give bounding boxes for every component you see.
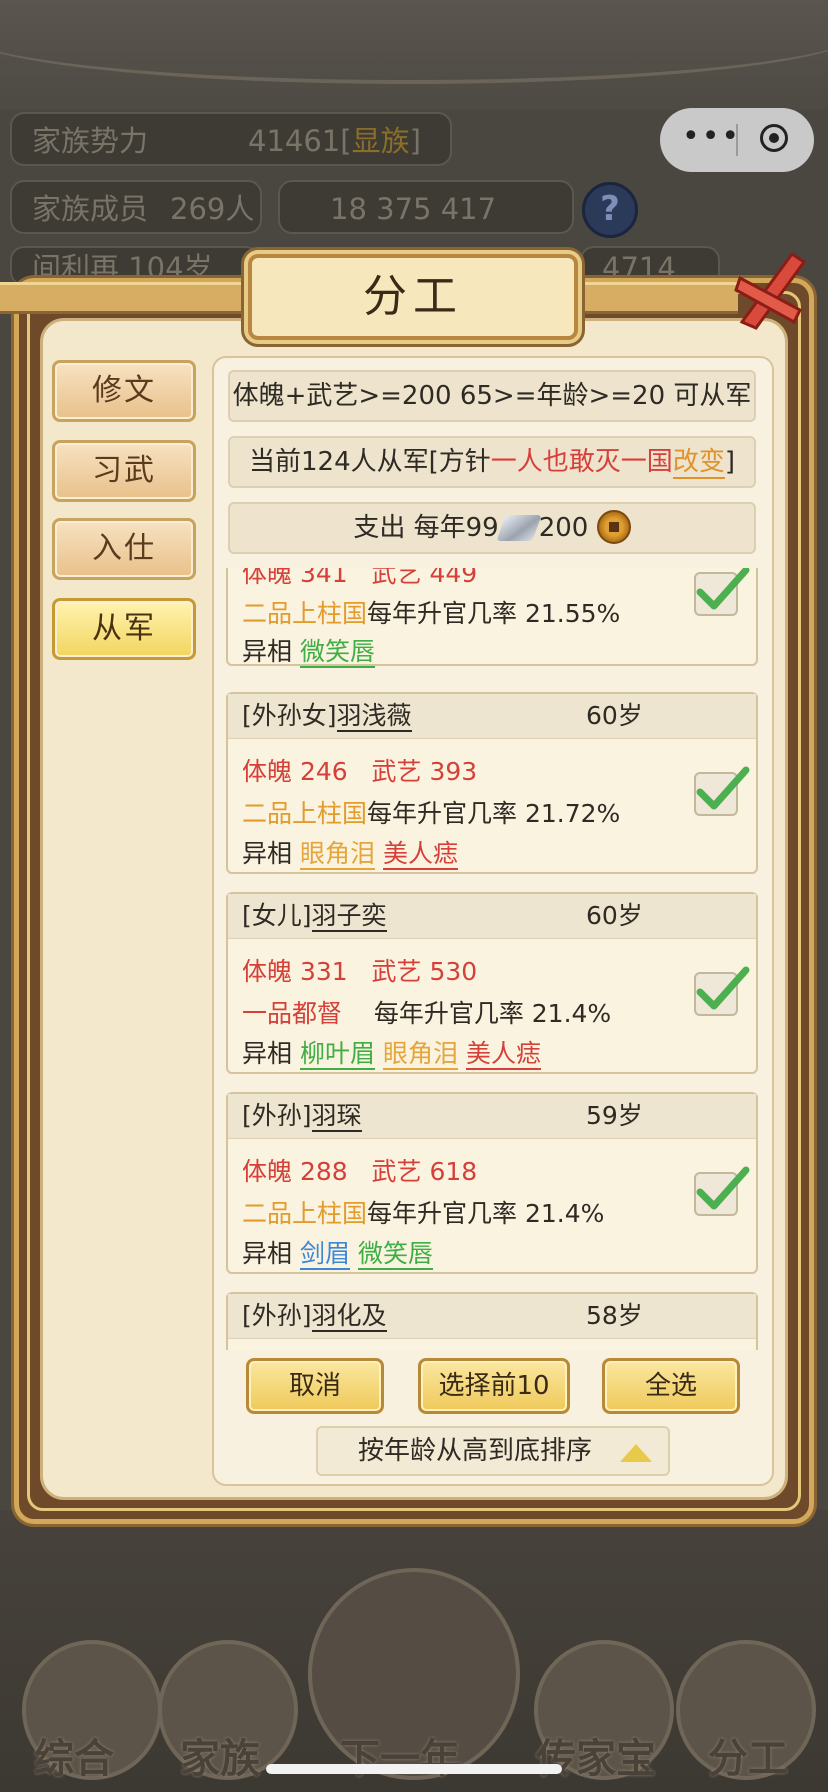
- trait-tag[interactable]: 剑眉: [300, 1239, 351, 1270]
- member-age: 59岁: [586, 1101, 643, 1130]
- member-checkbox[interactable]: [694, 966, 750, 1016]
- member-card: [外孙]羽化及 58岁: [226, 1292, 758, 1350]
- resources-bar: 18 375 417: [278, 180, 574, 234]
- close-miniprogram-icon[interactable]: [760, 124, 788, 152]
- member-age: 60岁: [586, 701, 643, 730]
- nav-label-family[interactable]: 家族: [180, 1726, 260, 1784]
- member-card: [外孙]羽琛 59岁 体魄 288 武艺 618 二品上柱国每年升官几率 21.…: [226, 1092, 758, 1274]
- requirement-bar: 体魄+武艺>=200 65>=年龄>=20 可从军: [228, 370, 756, 422]
- tab-xiwu[interactable]: 习武: [52, 440, 196, 502]
- miniprogram-capsule: •••: [660, 108, 814, 172]
- nav-label-overview[interactable]: 综合: [34, 1726, 114, 1784]
- chevron-up-icon: [620, 1444, 652, 1462]
- member-name[interactable]: 羽琛: [311, 1101, 362, 1132]
- family-power-bar: 家族势力 41461[显族]: [10, 112, 452, 166]
- expense-bar: 支出 每年99 200: [228, 502, 756, 554]
- member-checkbox[interactable]: [694, 766, 750, 816]
- close-icon[interactable]: [734, 248, 810, 332]
- trait-tag[interactable]: 柳叶眉: [300, 1039, 376, 1070]
- copper-coin-icon: [596, 510, 631, 544]
- home-indicator: [266, 1764, 562, 1774]
- member-age: 58岁: [586, 1301, 643, 1330]
- member-card: [外孙女]羽浅薇 60岁 体魄 246 武艺 393 二品上柱国每年升官几率 2…: [226, 692, 758, 874]
- background-header: [0, 0, 828, 110]
- current-status-bar: 当前124人从军[方针一人也敢灭一国改变]: [228, 436, 756, 488]
- tab-rushi[interactable]: 入仕: [52, 518, 196, 580]
- cancel-button[interactable]: 取消: [246, 1358, 384, 1414]
- nav-label-heirloom[interactable]: 传家宝: [536, 1726, 656, 1784]
- help-icon[interactable]: ?: [582, 182, 638, 238]
- member-list[interactable]: 体魄 341 武艺 449 二品上柱国每年升官几率 21.55% 异相 微笑唇 […: [226, 568, 760, 1350]
- member-rank: 二品上柱国: [242, 799, 368, 828]
- member-rank: 一品都督: [242, 999, 343, 1028]
- modal-title-plaque: 分工: [248, 254, 578, 340]
- trait-tag[interactable]: 微笑唇: [300, 637, 376, 668]
- sort-dropdown[interactable]: 按年龄从高到底排序: [316, 1426, 670, 1476]
- title-ornament-left: [0, 282, 250, 314]
- change-policy-link[interactable]: 改变: [672, 447, 725, 479]
- member-name[interactable]: 羽浅薇: [336, 701, 412, 732]
- trait-tag[interactable]: 美人痣: [466, 1039, 542, 1070]
- trait-tag[interactable]: 眼角泪: [300, 839, 376, 870]
- trait-tag[interactable]: 眼角泪: [383, 1039, 459, 1070]
- member-checkbox[interactable]: [694, 1166, 750, 1216]
- tab-congjun[interactable]: 从军: [52, 598, 196, 660]
- member-checkbox[interactable]: [694, 568, 750, 616]
- modal-title: 分工: [363, 271, 463, 322]
- member-name[interactable]: 羽化及: [311, 1301, 387, 1332]
- nav-label-next-year[interactable]: 下一年: [340, 1726, 460, 1784]
- member-name[interactable]: 羽子奕: [311, 901, 387, 932]
- policy-name: 一人也敢灭一国: [490, 447, 673, 477]
- title-ornament-right: [578, 282, 738, 314]
- member-card: [女儿]羽子奕 60岁 体魄 331 武艺 530 一品都督 每年升官几率 21…: [226, 892, 758, 1074]
- members-bar: 家族成员 269人: [10, 180, 262, 234]
- member-rank: 二品上柱国: [242, 1199, 368, 1228]
- trait-tag[interactable]: 美人痣: [383, 839, 459, 870]
- nav-label-division[interactable]: 分工: [708, 1726, 788, 1784]
- tab-xiuwen[interactable]: 修文: [52, 360, 196, 422]
- member-card: 体魄 341 武艺 449 二品上柱国每年升官几率 21.55% 异相 微笑唇: [226, 568, 758, 668]
- silver-ingot-icon: [495, 515, 542, 541]
- select-all-button[interactable]: 全选: [602, 1358, 740, 1414]
- member-rank: 二品上柱国: [242, 599, 368, 628]
- trait-tag[interactable]: 微笑唇: [358, 1239, 434, 1270]
- member-age: 60岁: [586, 901, 643, 930]
- select-top10-button[interactable]: 选择前10: [418, 1358, 570, 1414]
- more-icon[interactable]: •••: [682, 122, 741, 152]
